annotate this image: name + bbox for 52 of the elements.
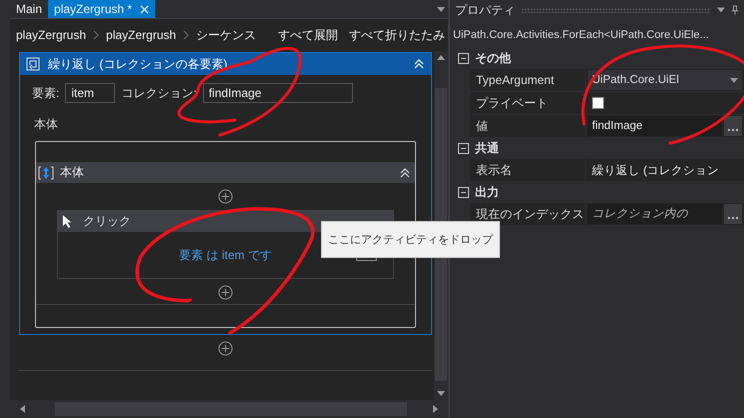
input-field[interactable]: findImage — [588, 116, 722, 136]
collapse-icon[interactable] — [458, 53, 469, 64]
document-tab[interactable]: playZergrush * — [48, 0, 156, 18]
scroll-left-icon[interactable] — [20, 405, 25, 413]
category-name: 共通 — [475, 140, 499, 157]
panel-title: プロパティ — [455, 2, 515, 18]
dropdown[interactable]: UiPath.Core.UiEl — [588, 70, 742, 90]
chevron-icon — [93, 30, 100, 40]
add-icon[interactable] — [218, 285, 233, 300]
pin-icon[interactable] — [731, 5, 739, 15]
scroll-right-icon[interactable] — [433, 405, 438, 413]
collapse-icon[interactable] — [458, 187, 469, 198]
type-name: UiPath.Core.Activities.ForEach<UiPath.Core.UiEle... — [452, 28, 710, 43]
breadcrumb-item[interactable]: シーケンス — [196, 26, 256, 44]
document-tab[interactable]: Main — [10, 0, 48, 18]
scroll-down-icon[interactable] — [437, 391, 445, 396]
cursor-icon — [62, 214, 73, 229]
chevron-icon — [183, 30, 190, 40]
caret-icon[interactable] — [717, 5, 725, 15]
category-name: その他 — [475, 50, 511, 67]
field-label: 要素: — [32, 84, 60, 102]
add-icon[interactable] — [218, 189, 233, 204]
property-name: プライベート — [470, 92, 586, 114]
caret-icon[interactable] — [437, 6, 445, 12]
ellipsis-button[interactable] — [724, 116, 742, 136]
category-name: 出力 — [475, 184, 499, 201]
vertical-scrollbar[interactable] — [434, 51, 448, 400]
input-field[interactable]: コレクション内の — [588, 204, 722, 224]
property-name: TypeArgument — [470, 69, 586, 91]
loop-icon — [26, 57, 40, 71]
add-icon[interactable] — [218, 341, 233, 356]
toolbar-link[interactable]: すべて折りたたみ — [349, 26, 445, 44]
tooltip: ここにアクティビティをドロップ — [321, 221, 500, 258]
breadcrumb-item[interactable]: playZergrush — [16, 28, 86, 42]
collapse-icon[interactable] — [399, 166, 411, 178]
checkbox[interactable] — [592, 97, 604, 109]
ellipsis-button[interactable] — [724, 204, 742, 224]
property-name: 表示名 — [470, 159, 586, 181]
input-field[interactable]: item — [65, 83, 116, 103]
close-icon[interactable] — [140, 4, 150, 14]
target-description[interactable]: 要素 は item です — [179, 246, 272, 264]
scroll-up-icon[interactable] — [437, 55, 445, 60]
activity-title: クリック — [83, 213, 131, 230]
breadcrumb-item[interactable]: playZergrush — [106, 28, 176, 42]
sequence-icon — [38, 164, 54, 180]
toolbar-link[interactable]: すべて展開 — [278, 26, 338, 44]
section-label: 本体 — [33, 116, 59, 133]
caret-icon — [730, 78, 738, 82]
property-name: 値 — [470, 115, 586, 137]
input-field[interactable]: findImage — [202, 83, 353, 103]
collapse-icon[interactable] — [458, 143, 469, 154]
sequence-title: 本体 — [60, 164, 84, 181]
